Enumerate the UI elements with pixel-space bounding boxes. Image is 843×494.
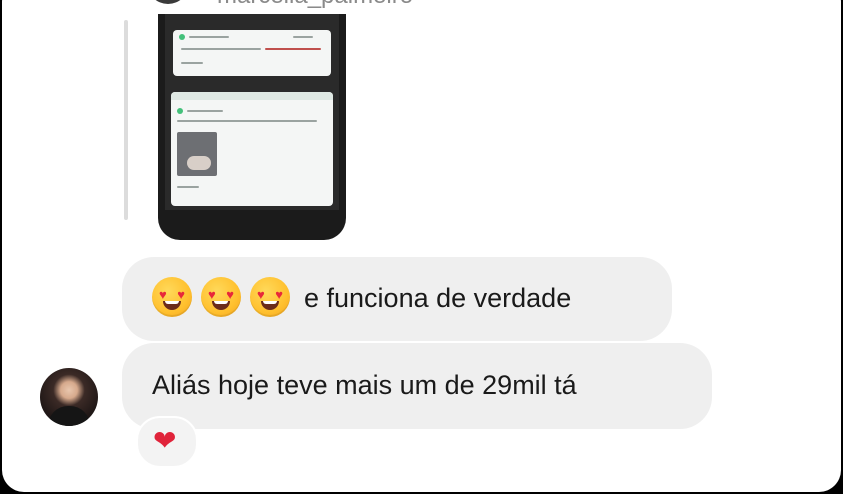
heart-icon: ❤ xyxy=(153,425,177,456)
screenshot-photo xyxy=(177,132,217,176)
screenshot-screen xyxy=(165,14,339,210)
heart-eyes-emoji: ♥ ♥ xyxy=(250,277,290,317)
screenshot-message-card xyxy=(171,92,333,206)
heart-eyes-emoji: ♥ ♥ xyxy=(152,277,192,317)
sender-avatar[interactable] xyxy=(40,368,98,426)
message-reaction[interactable]: ❤ xyxy=(136,416,198,468)
message-bubble[interactable]: ♥ ♥ ♥ ♥ ♥ ♥ e funciona de verdade xyxy=(122,257,672,341)
screenshot-status-dot xyxy=(179,34,185,40)
message-text: Aliás hoje teve mais um de 29mil tá xyxy=(152,370,577,400)
screenshot-line xyxy=(181,48,261,50)
reply-thread-line xyxy=(124,20,128,220)
screenshot-line xyxy=(293,36,313,38)
screenshot-status-dot xyxy=(177,108,183,114)
chat-panel: marcella_palmeiro xyxy=(2,0,841,492)
app-frame: marcella_palmeiro xyxy=(0,0,843,494)
shared-screenshot-image[interactable] xyxy=(158,14,346,240)
screenshot-line xyxy=(189,36,229,38)
screenshot-topbar xyxy=(171,92,333,100)
message-bubble[interactable]: Aliás hoje teve mais um de 29mil tá xyxy=(122,343,712,429)
screenshot-link-line xyxy=(265,48,321,50)
heart-eyes-emoji: ♥ ♥ xyxy=(201,277,241,317)
message-text: e funciona de verdade xyxy=(304,283,572,313)
screenshot-line xyxy=(177,186,199,188)
screenshot-message-card xyxy=(173,30,331,76)
screenshot-line xyxy=(187,110,223,112)
screenshot-line xyxy=(181,62,203,64)
header-username[interactable]: marcella_palmeiro xyxy=(217,0,413,8)
screenshot-line xyxy=(177,120,317,122)
header-avatar[interactable] xyxy=(147,0,189,4)
